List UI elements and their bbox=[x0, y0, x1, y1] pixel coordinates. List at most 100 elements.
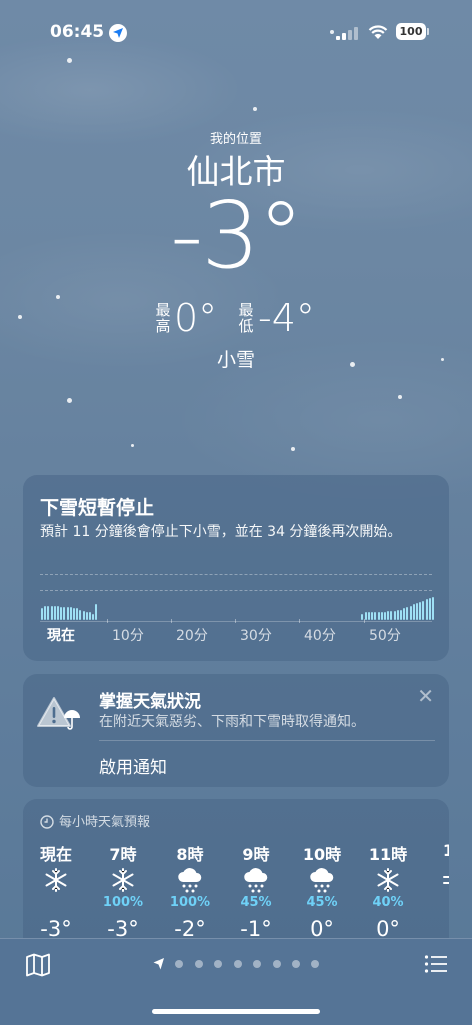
precip-bar bbox=[50, 605, 53, 620]
hour-column: 7時 100% -3° bbox=[93, 841, 153, 941]
precip-bar bbox=[403, 608, 406, 620]
precip-chance: 100% bbox=[169, 895, 211, 910]
high-temperature: 0° bbox=[174, 296, 218, 340]
precip-tick-mark bbox=[171, 619, 172, 623]
status-time: 06:45 bbox=[50, 22, 105, 42]
hour-label: 11時 bbox=[368, 845, 408, 864]
notify-subtitle: 在附近天氣惡劣、下雨和下雪時取得通知。 bbox=[99, 714, 365, 730]
hour-column: 10時 45% 0° bbox=[292, 841, 352, 941]
precip-bar bbox=[66, 607, 69, 620]
snowflake-icon bbox=[358, 867, 418, 895]
battery-tip bbox=[427, 28, 429, 35]
divider bbox=[99, 740, 435, 741]
home-indicator bbox=[152, 1009, 320, 1014]
snowflake bbox=[67, 58, 72, 63]
current-temperature: -3° bbox=[170, 182, 304, 289]
enable-notifications-button[interactable]: 啟用通知 bbox=[99, 753, 167, 778]
precip-bar bbox=[73, 608, 76, 620]
hour-column: 8時 100% -2° bbox=[160, 841, 220, 941]
battery-indicator: 100 bbox=[396, 23, 426, 40]
precip-tick-label: 50分 bbox=[369, 628, 401, 644]
wind-icon bbox=[424, 867, 449, 895]
close-icon[interactable]: ✕ bbox=[417, 684, 434, 708]
high-label: 最高 bbox=[155, 301, 171, 335]
precip-tick-label: 40分 bbox=[304, 628, 336, 644]
precip-bar bbox=[92, 613, 95, 620]
precip-chance: 40% bbox=[372, 895, 404, 910]
notify-card: 掌握天氣狀況 在附近天氣惡劣、下雨和下雪時取得通知。 ✕ 啟用通知 bbox=[23, 674, 449, 787]
precip-bar bbox=[89, 612, 92, 620]
precip-bar bbox=[425, 599, 428, 620]
precip-bar bbox=[380, 612, 383, 620]
precip-bar bbox=[53, 605, 56, 620]
precip-bar bbox=[387, 610, 390, 620]
precip-bar bbox=[428, 597, 431, 620]
hourly-header-label: 每小時天氣預報 bbox=[59, 815, 151, 830]
precip-bar bbox=[69, 607, 72, 620]
snowflake bbox=[67, 398, 72, 403]
precip-bar bbox=[60, 607, 63, 620]
precip-bar bbox=[44, 605, 47, 620]
hour-label: 9時 bbox=[242, 845, 270, 864]
precip-tick-mark bbox=[235, 619, 236, 623]
list-icon[interactable] bbox=[424, 953, 448, 979]
high-low-row: 最高 0° 最低 -4° bbox=[0, 296, 472, 340]
precip-bar bbox=[399, 609, 402, 620]
precip-tick-label: 30分 bbox=[240, 628, 272, 644]
wifi-icon bbox=[368, 24, 388, 44]
precip-bar bbox=[396, 609, 399, 620]
precip-bar bbox=[82, 610, 85, 620]
notify-title: 掌握天氣狀況 bbox=[99, 692, 201, 712]
hour-column: 11時 40% 0° bbox=[358, 841, 418, 941]
precip-tick-label: 現在 bbox=[47, 628, 75, 644]
snowflake bbox=[398, 395, 402, 399]
precip-bar bbox=[374, 612, 377, 620]
hour-column: 9時 45% -1° bbox=[226, 841, 286, 941]
cloud-snow-icon bbox=[160, 867, 220, 895]
location-page-icon bbox=[153, 958, 164, 970]
precip-bar bbox=[57, 605, 60, 620]
precip-bar bbox=[412, 604, 415, 620]
precip-bar bbox=[419, 601, 422, 620]
precip-tick-label: 10分 bbox=[112, 628, 144, 644]
precip-chance: 45% bbox=[306, 895, 338, 910]
precip-bar bbox=[76, 608, 79, 620]
precip-bar bbox=[377, 612, 380, 620]
precip-tick-mark bbox=[364, 619, 365, 623]
hourly-header: 每小時天氣預報 bbox=[40, 811, 150, 833]
hour-label: 7時 bbox=[109, 845, 137, 864]
hour-label: 12 bbox=[442, 841, 449, 860]
snowflake-icon bbox=[26, 867, 86, 895]
hour-label: 8時 bbox=[176, 845, 204, 864]
snowflake bbox=[131, 444, 134, 447]
precip-bar bbox=[371, 612, 374, 620]
precip-chance: 45% bbox=[240, 895, 272, 910]
low-temperature: -4° bbox=[258, 296, 315, 340]
snowflake bbox=[291, 447, 295, 451]
location-arrow-icon bbox=[109, 24, 127, 42]
low-label: 最低 bbox=[238, 301, 254, 335]
hour-column: 現在 -3° bbox=[26, 841, 86, 941]
precip-bar bbox=[415, 603, 418, 620]
precip-bar bbox=[367, 612, 370, 620]
precip-bar bbox=[383, 612, 386, 620]
precip-chance: 100% bbox=[102, 895, 144, 910]
hour-label: 10時 bbox=[302, 845, 342, 864]
precip-tick-label: 20分 bbox=[176, 628, 208, 644]
clock-icon bbox=[40, 815, 54, 833]
precip-tick-mark bbox=[107, 619, 108, 623]
hourly-forecast-card[interactable]: 每小時天氣預報 現在 -3° 7時 100% -3° 8時 100% -2° 9時 45% -1° 1… bbox=[23, 799, 449, 959]
precip-axis bbox=[40, 621, 432, 622]
precip-bar bbox=[409, 605, 412, 620]
snowflake-icon bbox=[93, 867, 153, 895]
warning-umbrella-icon bbox=[37, 696, 89, 734]
hour-column: 12- bbox=[424, 841, 449, 941]
bottom-toolbar bbox=[0, 938, 472, 1025]
map-icon[interactable] bbox=[25, 953, 51, 981]
precip-tick-mark bbox=[299, 619, 300, 623]
cellular-signal-icon bbox=[336, 26, 360, 40]
precip-chance bbox=[424, 895, 449, 915]
status-bar: 06:45 100 bbox=[0, 18, 472, 46]
grid-line-mid bbox=[40, 590, 432, 591]
precip-chance bbox=[26, 895, 86, 915]
